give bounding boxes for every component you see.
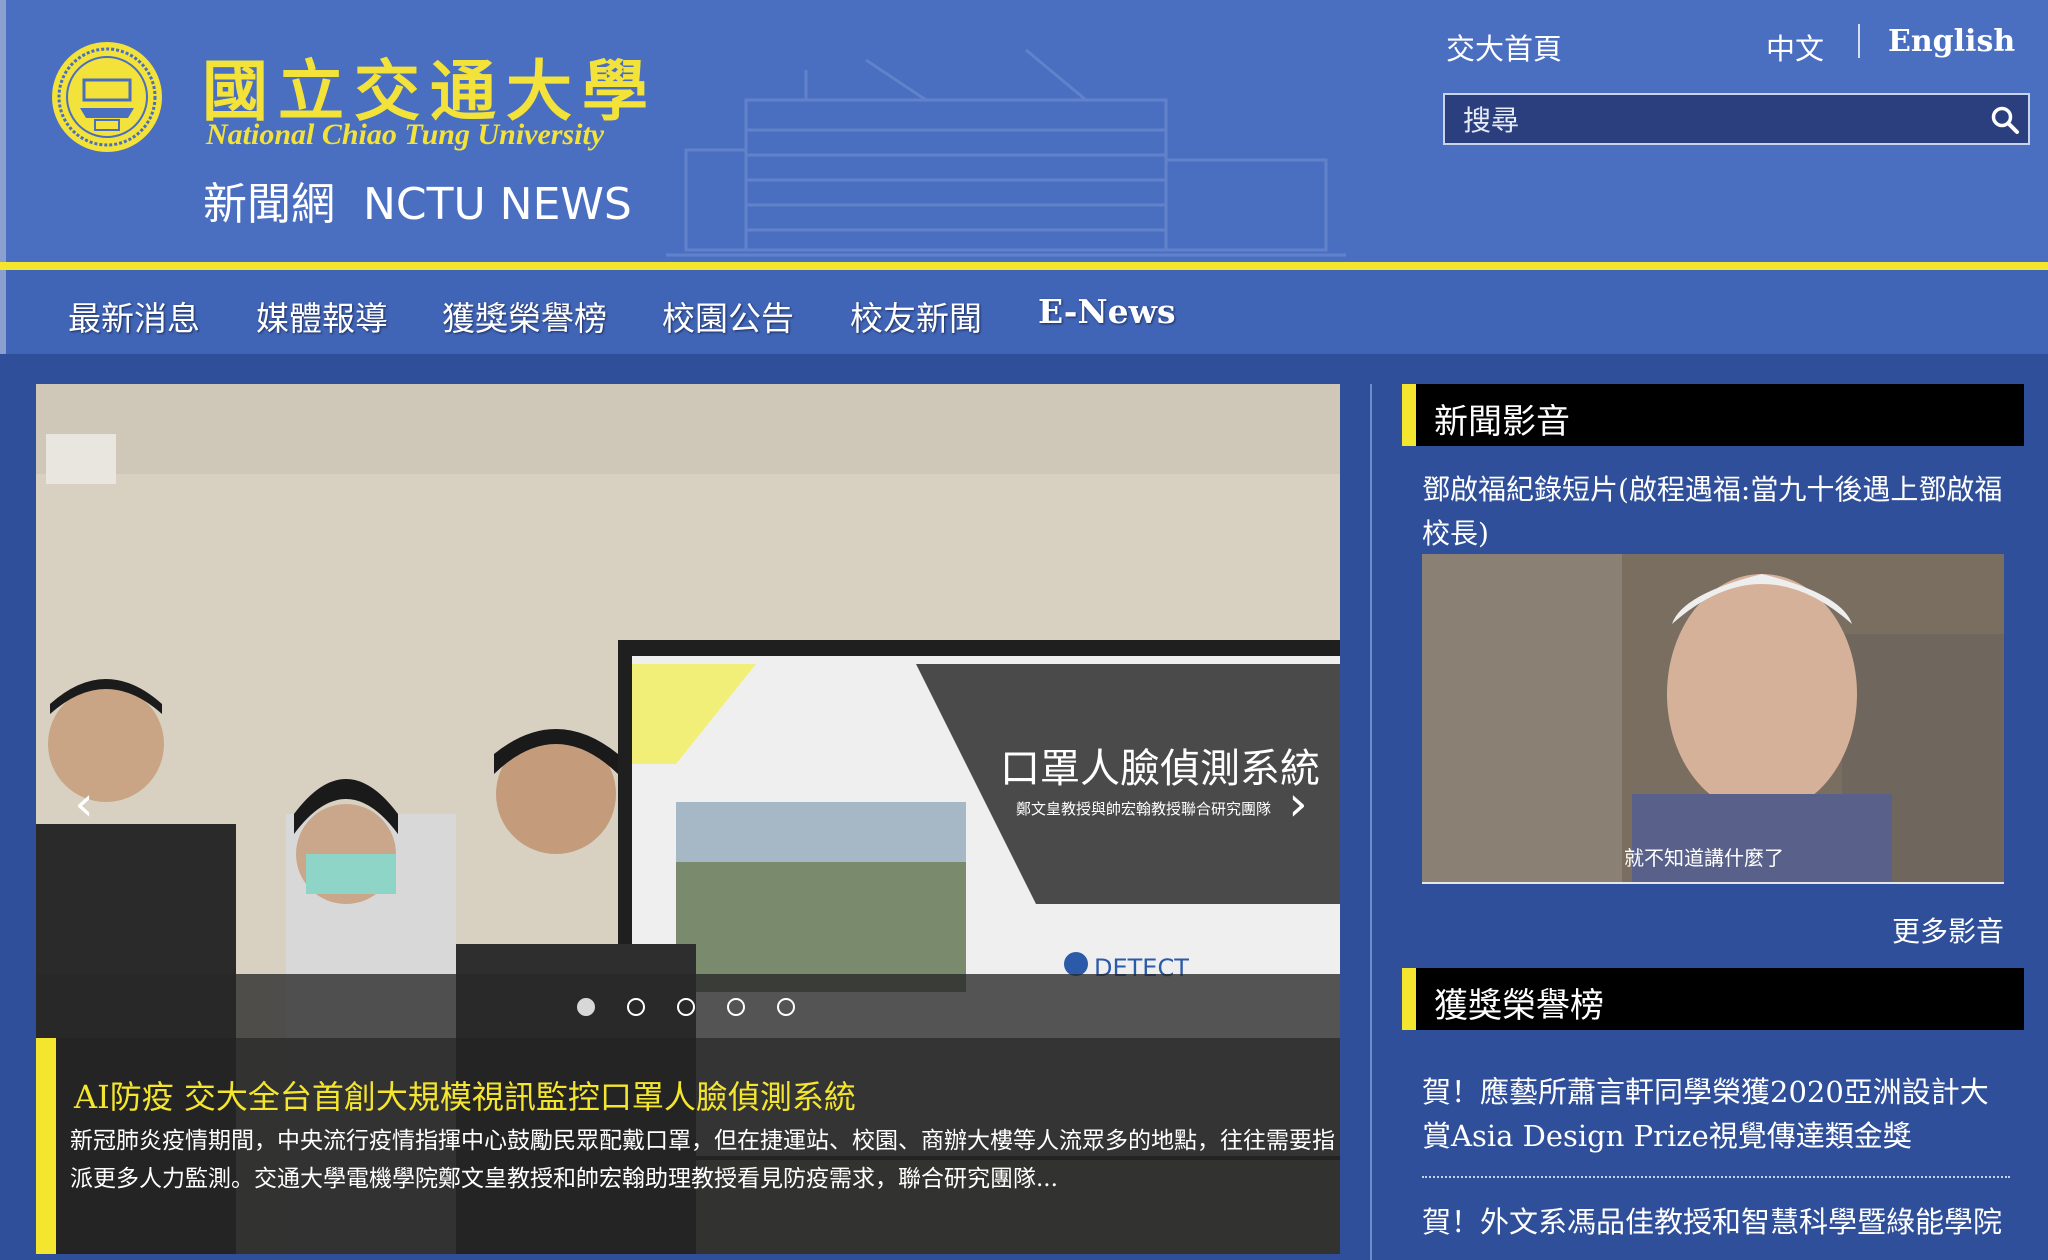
carousel-dot-2[interactable] <box>627 998 645 1016</box>
nav-awards[interactable]: 獲獎榮譽榜 <box>442 292 607 340</box>
video-section-heading: 新聞影音 <box>1402 384 2024 446</box>
nav-latest-news[interactable]: 最新消息 <box>68 292 200 340</box>
nav-campus-announcements[interactable]: 校園公告 <box>662 292 794 340</box>
carousel-next-button[interactable]: › <box>1270 772 1326 836</box>
carousel-dot-1[interactable] <box>577 998 595 1016</box>
lang-zh-link[interactable]: 中文 <box>1766 26 1824 68</box>
campus-building-sketch <box>666 48 1346 257</box>
award-section-heading: 獲獎榮譽榜 <box>1402 968 2024 1030</box>
university-name-en[interactable]: National Chiao Tung University <box>206 118 604 152</box>
header-accent-line <box>0 262 2048 270</box>
video-title-link[interactable]: 鄧啟福紀錄短片(啟程遇福:當九十後遇上鄧啟福校長) <box>1422 468 2012 556</box>
nctu-home-link[interactable]: 交大首頁 <box>1446 26 1562 68</box>
award-heading-text: 獲獎榮譽榜 <box>1434 986 1604 1026</box>
column-divider <box>1370 384 1372 1260</box>
award-item-1[interactable]: 賀！應藝所蕭言軒同學榮獲2020亞洲設計大賞Asia Design Prize視… <box>1422 1070 2012 1158</box>
nav-alumni-news[interactable]: 校友新聞 <box>850 292 982 340</box>
nav-e-news[interactable]: E-News <box>1038 292 1176 331</box>
award-item-2[interactable]: 賀！外文系馮品佳教授和智慧科學暨綠能學院 <box>1422 1200 2012 1244</box>
site-name[interactable]: 新聞網 NCTU NEWS <box>203 168 632 232</box>
lang-separator <box>1858 24 1860 58</box>
chevron-right-icon: › <box>1288 776 1308 832</box>
nav-media-reports[interactable]: 媒體報導 <box>256 292 388 340</box>
carousel-dot-4[interactable] <box>727 998 745 1016</box>
lang-en-link[interactable]: English <box>1888 24 2015 59</box>
more-videos-link[interactable]: 更多影音 <box>1892 910 2004 950</box>
carousel-dot-5[interactable] <box>777 998 795 1016</box>
video-heading-text: 新聞影音 <box>1434 402 1570 442</box>
video-subtitle-text: 就不知道講什麼了 <box>1624 846 1784 870</box>
video-thumbnail-image: 就不知道講什麼了 <box>1422 554 2004 882</box>
hero-summary: 新冠肺炎疫情期間，中央流行疫情指揮中心鼓勵民眾配戴口罩，但在捷運站、校園、商辦大… <box>70 1128 1335 1192</box>
hero-caption: AI防疫 交大全台首創大規模視訊監控口罩人臉偵測系統 新冠肺炎疫情期間，中央流行… <box>36 1038 1340 1254</box>
search-input[interactable] <box>1463 101 1963 139</box>
chevron-left-icon: ‹ <box>74 776 94 832</box>
screen-subtitle-text: 鄭文皇教授與帥宏翰教授聯合研究團隊 <box>1016 800 1271 818</box>
nctu-seal-icon[interactable] <box>50 40 164 154</box>
hero-carousel: 口罩人臉偵測系統 鄭文皇教授與帥宏翰教授聯合研究團隊 DETECT ‹ › AI… <box>36 384 1340 1254</box>
site-header: 國立交通大學 National Chiao Tung University 新聞… <box>0 0 2048 262</box>
video-thumbnail[interactable]: 就不知道講什麼了 <box>1422 554 2004 884</box>
hero-title[interactable]: AI防疫 交大全台首創大規模視訊監控口罩人臉偵測系統 <box>74 1072 856 1118</box>
search-box <box>1443 93 2030 145</box>
search-icon[interactable] <box>1990 105 2020 135</box>
main-nav: 最新消息 媒體報導 獲獎榮譽榜 校園公告 校友新聞 E-News <box>0 270 2048 354</box>
carousel-dot-3[interactable] <box>677 998 695 1016</box>
carousel-pagination <box>36 974 1340 1038</box>
award-separator <box>1422 1176 2010 1178</box>
carousel-prev-button[interactable]: ‹ <box>56 772 112 836</box>
